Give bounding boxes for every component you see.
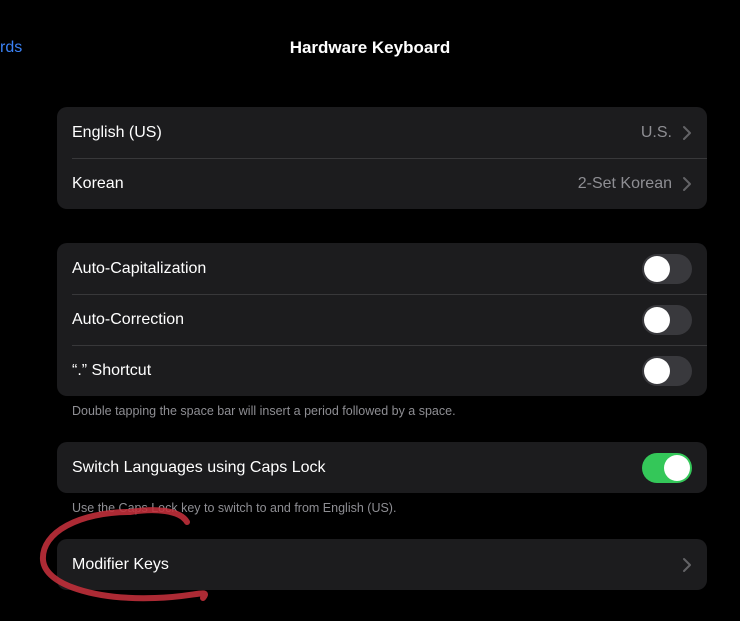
keyboard-row-korean[interactable]: Korean 2-Set Korean	[57, 158, 707, 209]
caps-lock-toggle[interactable]	[642, 452, 692, 483]
toggle-knob	[644, 306, 670, 333]
settings-screen: rds Hardware Keyboard English (US) U.S. …	[0, 0, 740, 621]
chevron-right-icon	[683, 176, 691, 191]
toggle-knob	[644, 255, 670, 282]
keyboard-label: Korean	[72, 174, 124, 192]
modifier-keys-row[interactable]: Modifier Keys	[57, 539, 707, 590]
chevron-right-icon	[683, 125, 691, 140]
option-row-auto-capitalization: Auto-Capitalization	[57, 243, 707, 294]
toggle-knob	[644, 357, 670, 384]
option-row-caps-lock: Switch Languages using Caps Lock	[57, 442, 707, 493]
option-row-period-shortcut: “.” Shortcut	[57, 345, 707, 396]
keyboard-layout-value: U.S.	[640, 123, 672, 141]
chevron-right-icon	[683, 557, 691, 572]
option-label: Auto-Correction	[72, 310, 185, 328]
toggle-knob	[664, 454, 690, 481]
caps-lock-footnote: Use the Caps Lock key to switch to and f…	[72, 501, 397, 515]
period-shortcut-toggle[interactable]	[642, 355, 692, 386]
typing-options-group: Auto-Capitalization Auto-Correction “.” …	[57, 243, 707, 396]
option-label: Auto-Capitalization	[72, 259, 207, 277]
keyboard-row-english[interactable]: English (US) U.S.	[57, 107, 707, 158]
keyboards-group: English (US) U.S. Korean 2-Set Korean	[57, 107, 707, 209]
modifier-keys-group: Modifier Keys	[57, 539, 707, 590]
auto-correction-toggle[interactable]	[642, 304, 692, 335]
caps-lock-group: Switch Languages using Caps Lock	[57, 442, 707, 493]
option-label: Switch Languages using Caps Lock	[72, 458, 326, 476]
keyboard-label: English (US)	[72, 123, 162, 141]
page-title: Hardware Keyboard	[289, 38, 451, 57]
options-footnote: Double tapping the space bar will insert…	[72, 404, 456, 418]
option-label: Modifier Keys	[72, 555, 169, 573]
option-row-auto-correction: Auto-Correction	[57, 294, 707, 345]
option-label: “.” Shortcut	[72, 361, 152, 379]
keyboard-layout-value: 2-Set Korean	[577, 174, 672, 192]
auto-capitalization-toggle[interactable]	[642, 253, 692, 284]
